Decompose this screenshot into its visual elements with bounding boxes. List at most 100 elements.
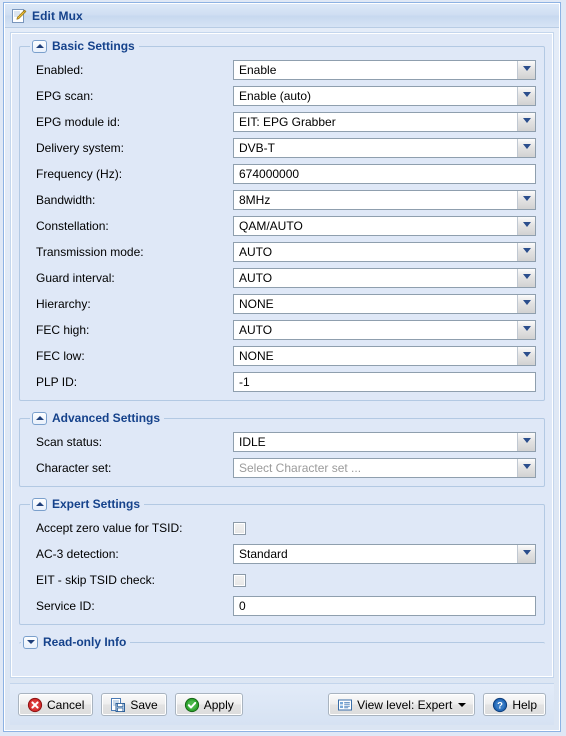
section-advanced-settings-legend: Advanced Settings [30,411,164,425]
label-transmission-mode: Transmission mode: [36,245,144,259]
label-eit-skip-tsid: EIT - skip TSID check: [36,573,155,587]
epg-module-id-value: EIT: EPG Grabber [239,115,336,129]
fec-high-select[interactable]: AUTO [233,320,536,340]
edit-mux-dialog: Edit Mux Basic Settings Enabled: Enable [3,2,561,732]
edit-pencil-icon [11,8,27,24]
epg-module-id-select[interactable]: EIT: EPG Grabber [233,112,536,132]
svg-text:?: ? [497,700,503,711]
label-ac3-detection: AC-3 detection: [36,547,119,561]
chevron-down-icon[interactable] [517,269,535,287]
label-scan-status: Scan status: [36,435,103,449]
save-button-label: Save [130,697,158,712]
scan-status-select[interactable]: IDLE [233,432,536,452]
chevron-down-icon[interactable] [517,545,535,563]
row-enabled: Enabled: Enable [28,60,536,80]
row-eit-skip-tsid: EIT - skip TSID check: [28,570,536,590]
dialog-inner: Edit Mux Basic Settings Enabled: Enable [4,3,560,731]
eit-skip-tsid-checkbox[interactable] [233,573,246,587]
bandwidth-select[interactable]: 8MHz [233,190,536,210]
fec-low-value: NONE [239,349,274,363]
row-accept-zero-tsid: Accept zero value for TSID: [28,518,536,538]
cancel-button-label: Cancel [47,697,85,712]
save-disk-icon [110,697,126,713]
chevron-down-icon[interactable] [517,433,535,451]
delivery-system-value: DVB-T [239,141,275,155]
dialog-body-panel: Basic Settings Enabled: Enable EPG scan: [10,32,554,678]
help-button[interactable]: ? Help [483,693,546,716]
help-question-icon: ? [492,697,508,713]
plp-id-value: -1 [239,375,250,389]
delivery-system-select[interactable]: DVB-T [233,138,536,158]
character-set-select[interactable]: Select Character set ... [233,458,536,478]
row-constellation: Constellation: QAM/AUTO [28,216,536,236]
chevron-down-icon[interactable] [517,191,535,209]
chevron-down-icon[interactable] [23,635,38,649]
help-button-label: Help [512,697,537,712]
chevron-down-icon[interactable] [517,61,535,79]
epg-scan-value: Enable (auto) [239,89,312,103]
apply-check-icon [184,697,200,713]
row-epg-module-id: EPG module id: EIT: EPG Grabber [28,112,536,132]
label-accept-zero-tsid: Accept zero value for TSID: [36,521,183,535]
guard-interval-select[interactable]: AUTO [233,268,536,288]
view-level-button[interactable]: View level: Expert [328,693,476,716]
row-frequency: Frequency (Hz): 674000000 [28,164,536,184]
row-scan-status: Scan status: IDLE [28,432,536,452]
section-advanced-settings: Advanced Settings Scan status: IDLE Char… [19,411,545,487]
ac3-detection-value: Standard [239,547,288,561]
chevron-down-icon[interactable] [517,139,535,157]
hierarchy-select[interactable]: NONE [233,294,536,314]
label-constellation: Constellation: [36,219,109,233]
label-delivery-system: Delivery system: [36,141,125,155]
label-fec-low: FEC low: [36,349,85,363]
ac3-detection-select[interactable]: Standard [233,544,536,564]
label-frequency: Frequency (Hz): [36,167,123,181]
chevron-down-icon[interactable] [517,459,535,477]
constellation-select[interactable]: QAM/AUTO [233,216,536,236]
chevron-down-icon[interactable] [517,243,535,261]
view-level-button-label: View level: Expert [357,697,453,712]
bandwidth-value: 8MHz [239,193,271,207]
accept-zero-tsid-checkbox[interactable] [233,521,246,535]
service-id-input[interactable]: 0 [233,596,536,616]
chevron-down-icon[interactable] [517,295,535,313]
apply-button[interactable]: Apply [174,693,243,716]
fec-low-select[interactable]: NONE [233,346,536,366]
dialog-title: Edit Mux [32,8,83,23]
section-basic-settings-title: Basic Settings [52,39,135,53]
save-button[interactable]: Save [101,693,167,716]
epg-scan-select[interactable]: Enable (auto) [233,86,536,106]
chevron-down-icon[interactable] [517,217,535,235]
cancel-button[interactable]: Cancel [18,693,94,716]
chevron-up-icon[interactable] [32,39,47,53]
label-guard-interval: Guard interval: [36,271,115,285]
hierarchy-value: NONE [239,297,274,311]
label-fec-high: FEC high: [36,323,90,337]
row-fec-low: FEC low: NONE [28,346,536,366]
plp-id-input[interactable]: -1 [233,372,536,392]
row-epg-scan: EPG scan: Enable (auto) [28,86,536,106]
fec-high-value: AUTO [239,323,273,337]
chevron-down-icon[interactable] [517,347,535,365]
row-service-id: Service ID: 0 [28,596,536,616]
enabled-select[interactable]: Enable [233,60,536,80]
label-hierarchy: Hierarchy: [36,297,91,311]
chevron-down-icon[interactable] [517,87,535,105]
character-set-placeholder: Select Character set ... [239,461,362,475]
frequency-value: 674000000 [239,167,300,181]
label-enabled: Enabled: [36,63,84,77]
chevron-down-icon[interactable] [517,113,535,131]
section-expert-settings-legend: Expert Settings [30,497,144,511]
constellation-value: QAM/AUTO [239,219,303,233]
section-expert-settings: Expert Settings Accept zero value for TS… [19,497,545,625]
chevron-down-icon[interactable] [517,321,535,339]
transmission-mode-select[interactable]: AUTO [233,242,536,262]
frequency-input[interactable]: 674000000 [233,164,536,184]
chevron-up-icon[interactable] [32,411,47,425]
chevron-up-icon[interactable] [32,497,47,511]
apply-button-label: Apply [203,697,234,712]
label-service-id: Service ID: [36,599,95,613]
row-hierarchy: Hierarchy: NONE [28,294,536,314]
label-bandwidth: Bandwidth: [36,193,96,207]
row-ac3-detection: AC-3 detection: Standard [28,544,536,564]
